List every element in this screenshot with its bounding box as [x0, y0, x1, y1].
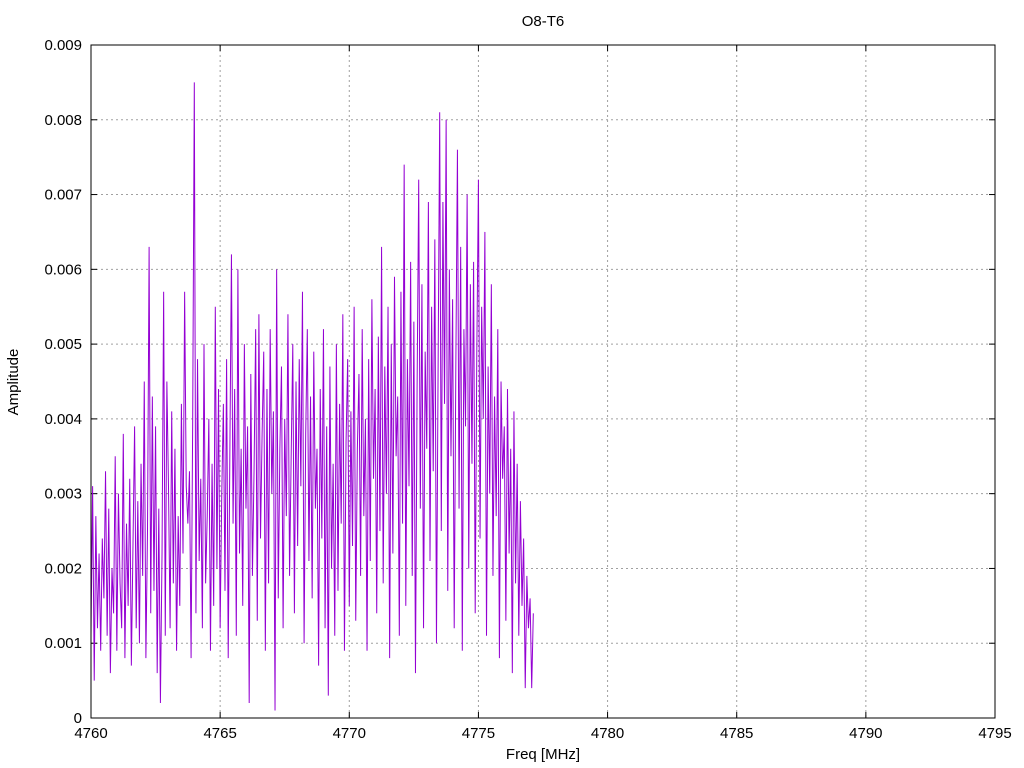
x-tick-label: 4770: [333, 725, 366, 742]
chart-title: O8-T6: [522, 13, 565, 30]
x-tick-label: 4785: [720, 725, 753, 742]
y-tick-label: 0.009: [44, 37, 82, 54]
series-line: [90, 82, 534, 711]
series-layer: [90, 82, 534, 711]
x-tick-label: 4790: [849, 725, 882, 742]
x-tick-label: 4795: [978, 725, 1011, 742]
y-tick-label: 0.007: [44, 187, 82, 204]
x-tick-label: 4780: [591, 725, 624, 742]
y-axis-label: Amplitude: [5, 349, 22, 416]
x-tick-label: 4775: [462, 725, 495, 742]
tick-labels: 4760 4765 4770 4775 4780 4785 4790 4795 0 0.001 0.…: [44, 37, 1011, 742]
x-tick-label: 4760: [74, 725, 107, 742]
y-tick-label: 0.004: [44, 411, 82, 428]
y-tick-label: 0.005: [44, 336, 82, 353]
x-axis-label: Freq [MHz]: [506, 746, 580, 763]
line-chart: 4760 4765 4770 4775 4780 4785 4790 4795 0 0.001 0.…: [5, 13, 1012, 763]
y-tick-label: 0.006: [44, 261, 82, 278]
y-tick-label: 0: [74, 710, 82, 727]
y-tick-label: 0.001: [44, 635, 82, 652]
y-tick-label: 0.003: [44, 486, 82, 503]
y-tick-label: 0.002: [44, 560, 82, 577]
x-tick-label: 4765: [203, 725, 236, 742]
y-tick-label: 0.008: [44, 112, 82, 129]
